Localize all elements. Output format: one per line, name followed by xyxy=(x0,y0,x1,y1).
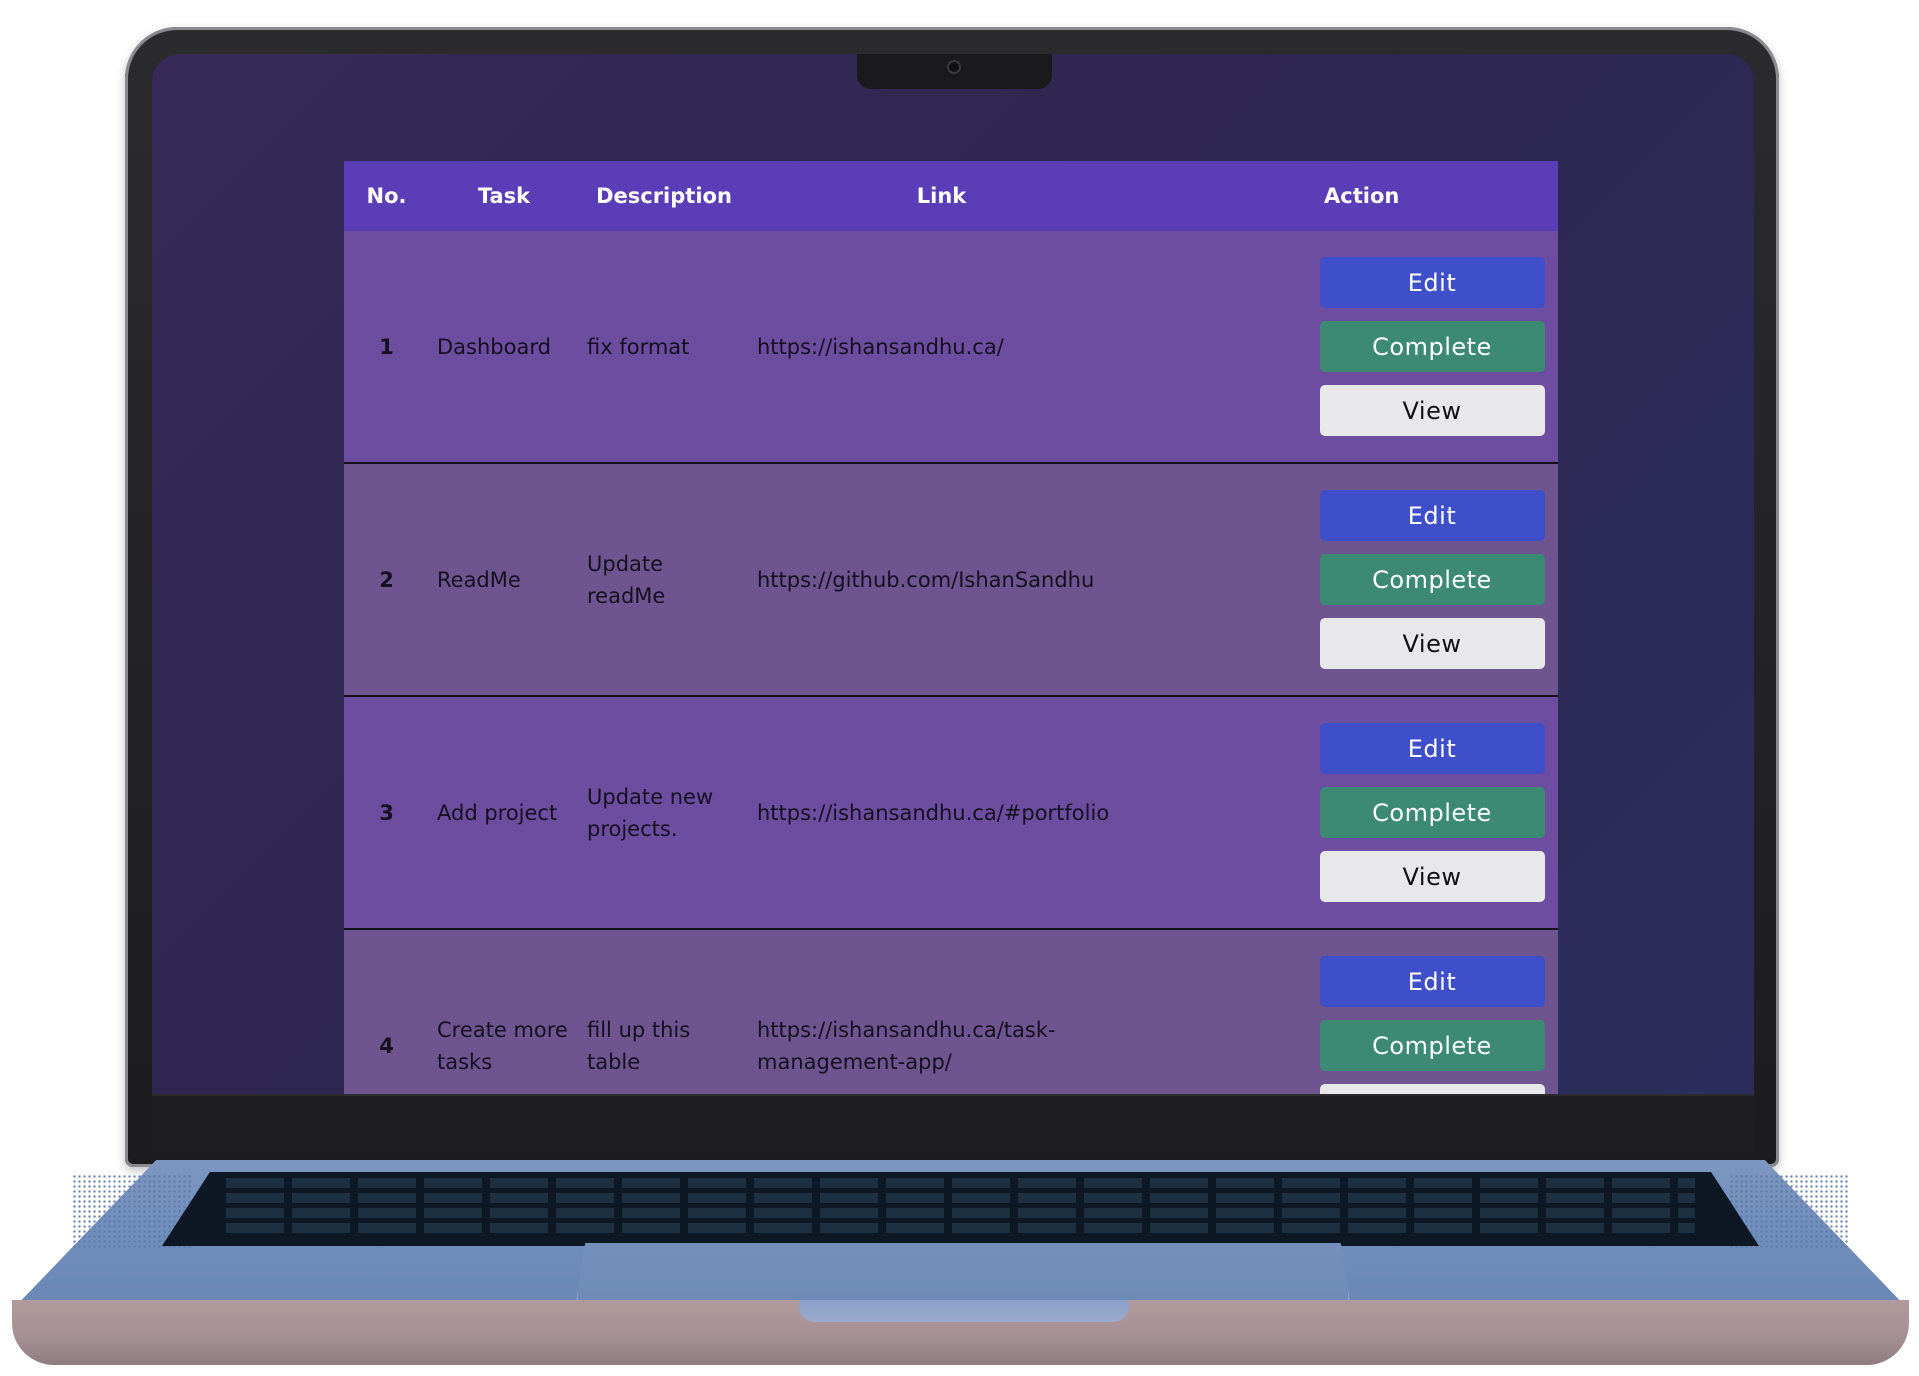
task-description: Update readMe xyxy=(579,463,749,697)
column-header-action: Action xyxy=(1134,161,1558,231)
edit-button[interactable]: Edit xyxy=(1319,490,1545,541)
task-number: 4 xyxy=(344,929,429,1094)
screen-bezel-bottom xyxy=(152,1094,1754,1152)
task-name: Dashboard xyxy=(429,231,579,464)
task-actions: Edit Complete View xyxy=(1134,231,1558,464)
table-row: 1 Dashboard fix format https://ishansand… xyxy=(344,231,1558,464)
task-number: 2 xyxy=(344,463,429,697)
column-header-description: Description xyxy=(579,161,749,231)
view-button[interactable]: View xyxy=(1319,851,1545,902)
table-body: 1 Dashboard fix format https://ishansand… xyxy=(344,231,1558,1094)
complete-button[interactable]: Complete xyxy=(1319,321,1545,372)
table-header: No. Task Description Link Action xyxy=(344,161,1558,231)
task-name: Add project xyxy=(429,696,579,930)
task-table: No. Task Description Link Action 1 Dashb… xyxy=(344,161,1558,1094)
task-number: 1 xyxy=(344,231,429,464)
task-actions: Edit Complete View xyxy=(1134,929,1558,1094)
table-row: 2 ReadMe Update readMe https://github.co… xyxy=(344,463,1558,697)
column-header-link: Link xyxy=(749,161,1134,231)
task-description: Update new projects. xyxy=(579,696,749,930)
view-button[interactable]: View xyxy=(1319,618,1545,669)
edit-button[interactable]: Edit xyxy=(1319,723,1545,774)
task-link[interactable]: https://ishansandhu.ca/task-management-a… xyxy=(749,929,1134,1094)
view-button[interactable]: View xyxy=(1319,1084,1545,1094)
complete-button[interactable]: Complete xyxy=(1319,787,1545,838)
task-description: fix format xyxy=(579,231,749,464)
trackpad xyxy=(576,1243,1350,1301)
laptop-base xyxy=(12,1160,1909,1365)
task-number: 3 xyxy=(344,696,429,930)
task-description: fill up this table xyxy=(579,929,749,1094)
camera-notch xyxy=(857,54,1052,89)
edit-button[interactable]: Edit xyxy=(1319,257,1545,308)
task-actions: Edit Complete View xyxy=(1134,463,1558,697)
table-row: 3 Add project Update new projects. https… xyxy=(344,696,1558,930)
task-name: Create more tasks xyxy=(429,929,579,1094)
task-name: ReadMe xyxy=(429,463,579,697)
edit-button[interactable]: Edit xyxy=(1319,956,1545,1007)
task-link[interactable]: https://ishansandhu.ca/#portfolio xyxy=(749,696,1134,930)
view-button[interactable]: View xyxy=(1319,385,1545,436)
task-table-container: No. Task Description Link Action 1 Dashb… xyxy=(344,161,1558,1094)
complete-button[interactable]: Complete xyxy=(1319,554,1545,605)
complete-button[interactable]: Complete xyxy=(1319,1020,1545,1071)
column-header-number: No. xyxy=(344,161,429,231)
keyboard xyxy=(162,1172,1759,1246)
task-link[interactable]: https://ishansandhu.ca/ xyxy=(749,231,1134,464)
laptop-screen: No. Task Description Link Action 1 Dashb… xyxy=(152,54,1754,1094)
lid-opening-notch xyxy=(799,1300,1129,1322)
task-actions: Edit Complete View xyxy=(1134,696,1558,930)
column-header-task: Task xyxy=(429,161,579,231)
table-row: 4 Create more tasks fill up this table h… xyxy=(344,929,1558,1094)
task-link[interactable]: https://github.com/IshanSandhu xyxy=(749,463,1134,697)
camera-icon xyxy=(947,60,961,74)
